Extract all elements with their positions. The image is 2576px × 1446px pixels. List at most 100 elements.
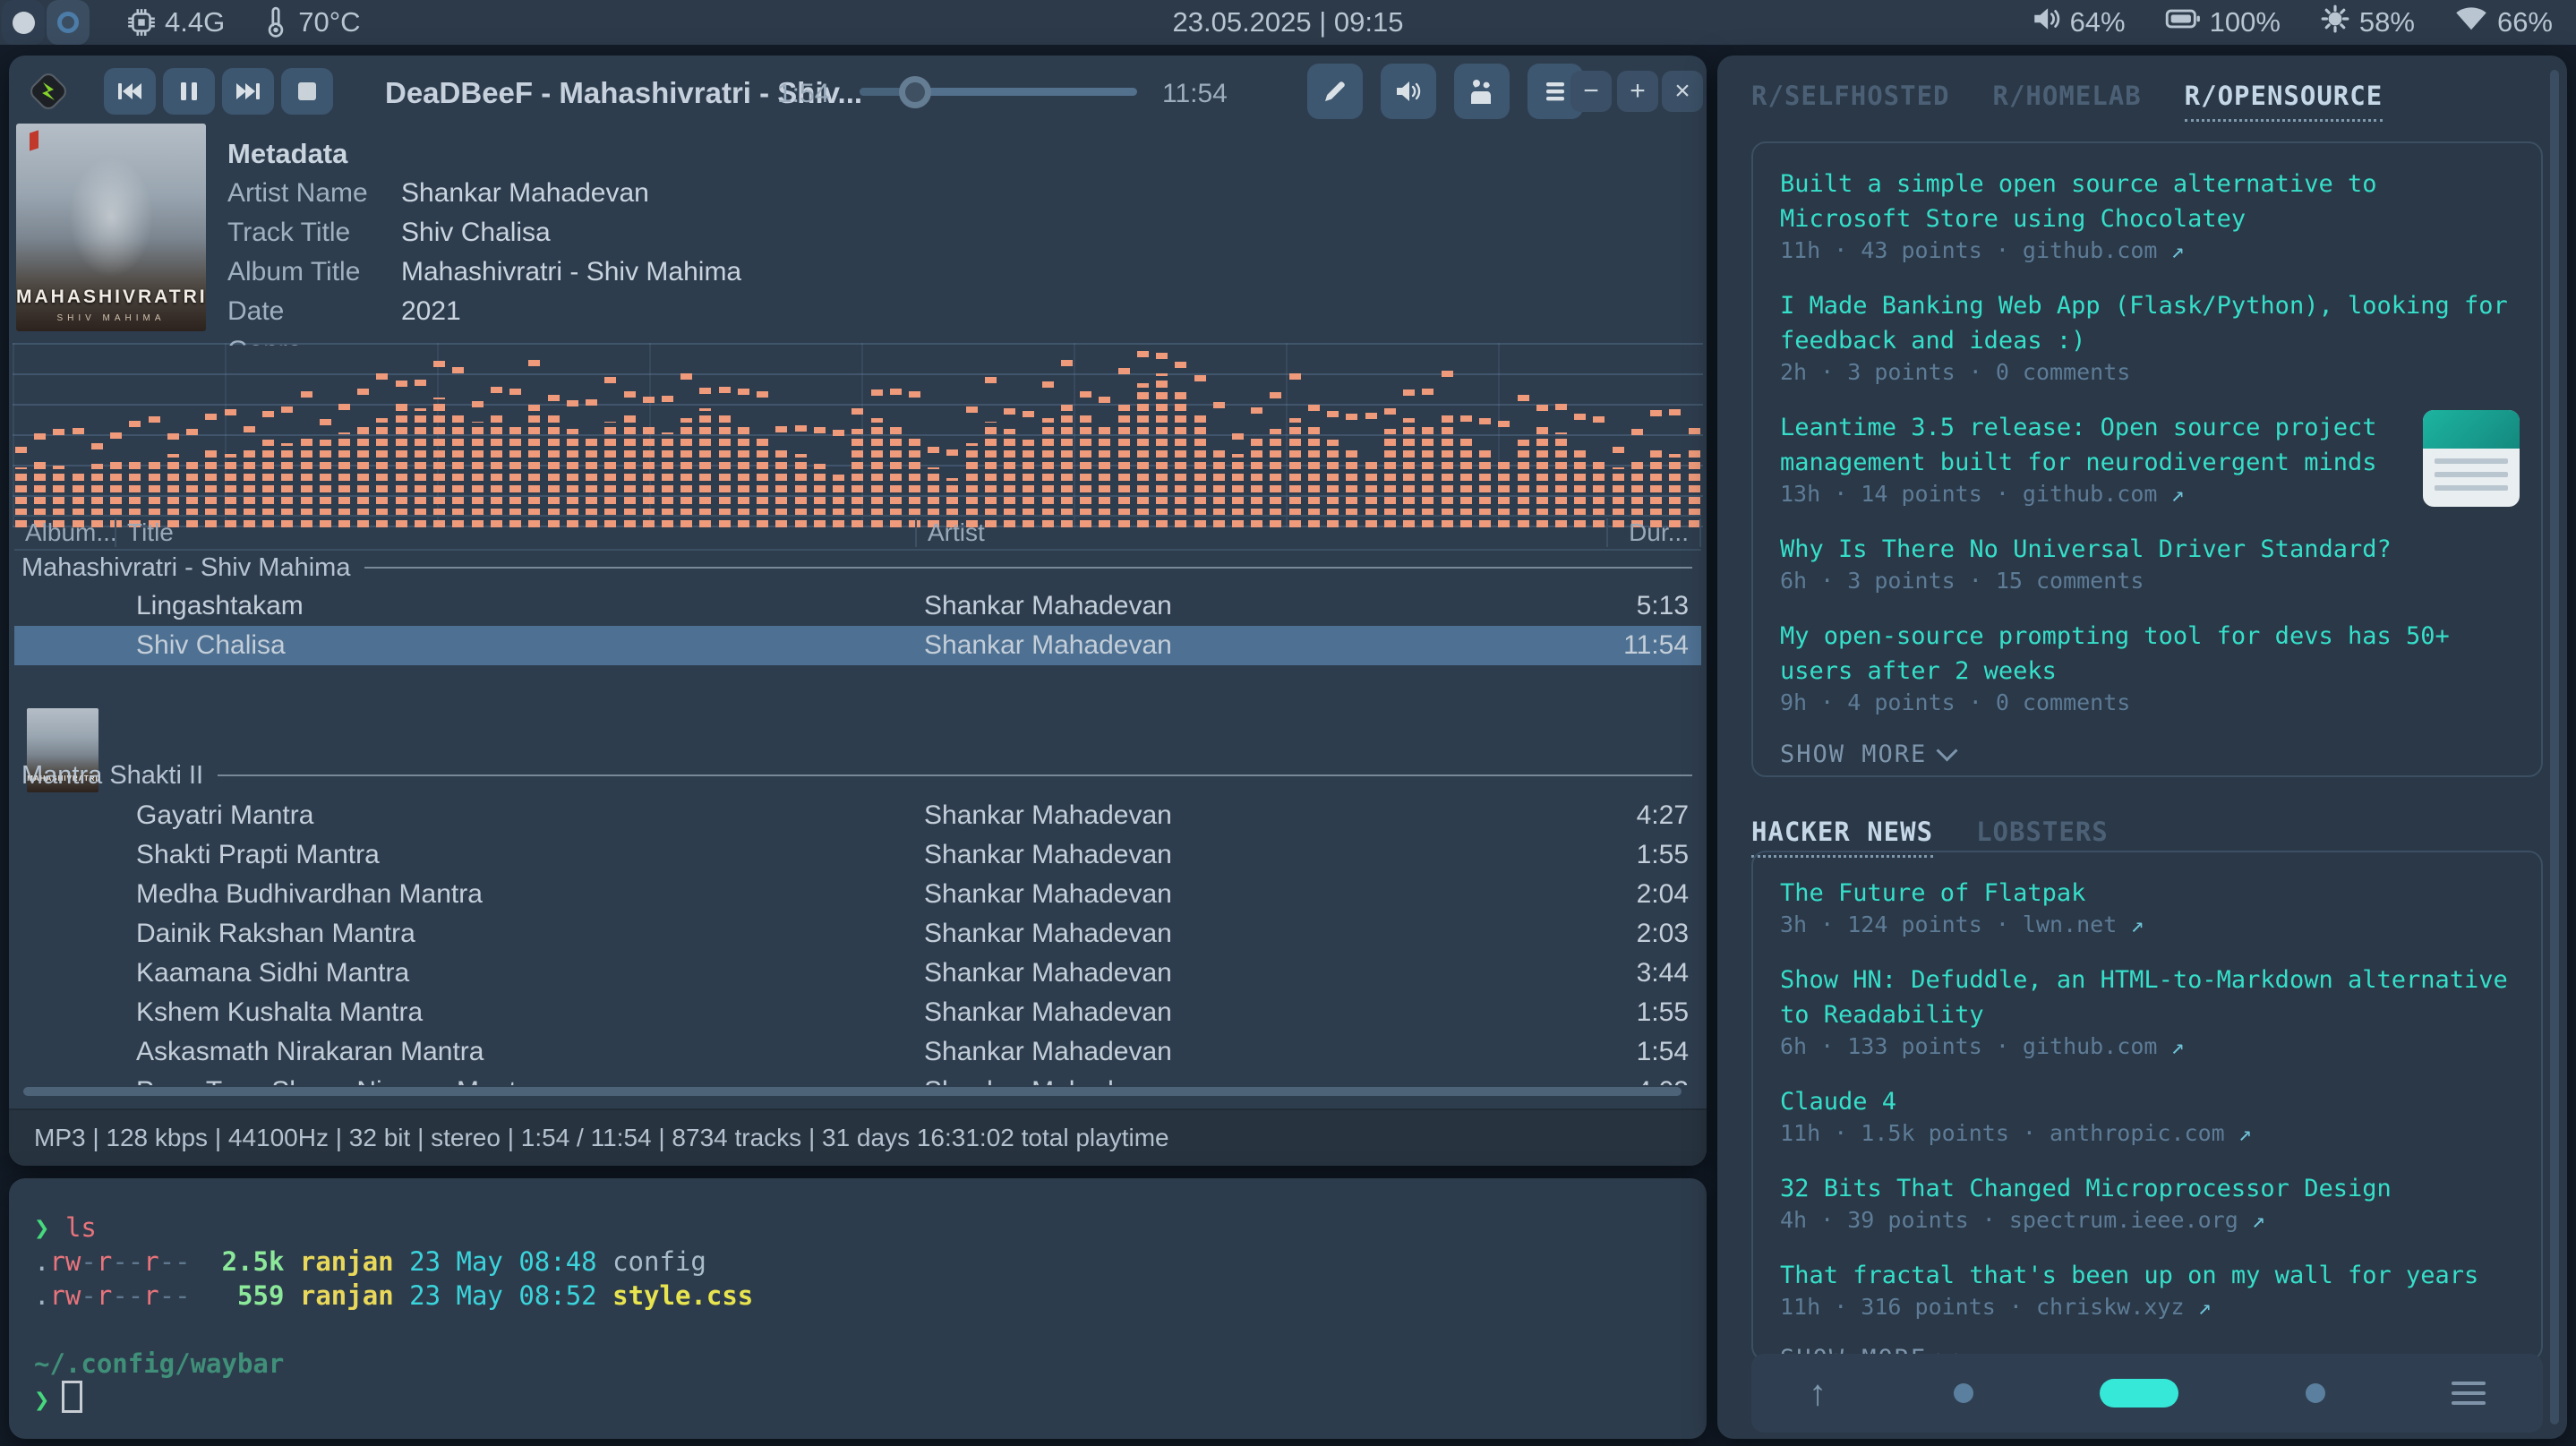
workspace-indicator-1[interactable] xyxy=(2,0,45,45)
news-item[interactable]: Show HN: Defuddle, an HTML-to-Markdown a… xyxy=(1780,963,2520,1061)
spectrum-bar xyxy=(320,343,331,527)
news-item-meta: 13h · 14 points · github.com ↗ xyxy=(1780,480,2407,509)
close-button[interactable]: × xyxy=(1662,71,1703,112)
news-item-title[interactable]: The Future of Flatpak xyxy=(1780,876,2520,911)
news-item[interactable]: My open-source prompting tool for devs h… xyxy=(1780,619,2520,717)
spectrum-peak xyxy=(795,425,807,432)
scroll-top-button[interactable]: ↑ xyxy=(1809,1375,1827,1411)
track-row[interactable]: Shakti Prapti MantraShankar Mahadevan1:5… xyxy=(14,835,1701,875)
horizontal-scrollbar[interactable] xyxy=(23,1087,1682,1096)
tab-r-opensource[interactable]: R/OPENSOURCE xyxy=(2185,81,2383,122)
news-item[interactable]: Built a simple open source alternative t… xyxy=(1780,167,2520,265)
track-row[interactable]: Gayatri MantraShankar Mahadevan4:27 xyxy=(14,796,1701,835)
spectrum-peak xyxy=(73,428,84,434)
column-title[interactable]: Title xyxy=(115,518,915,547)
tab-r-homelab[interactable]: R/HOMELAB xyxy=(1993,81,2142,122)
news-item-title[interactable]: That fractal that's been up on my wall f… xyxy=(1780,1258,2520,1293)
reddit-show-more-button[interactable]: SHOW MORE xyxy=(1780,740,2520,768)
track-title: Medha Budhivardhan Mantra xyxy=(115,879,915,910)
spectrum-peak xyxy=(1518,395,1529,401)
news-item[interactable]: I Made Banking Web App (Flask/Python), l… xyxy=(1780,288,2520,387)
spectrum-peak xyxy=(1270,392,1281,398)
spectrum-peak xyxy=(738,389,749,395)
track-artist: Shankar Mahadevan xyxy=(915,591,1606,621)
track-row[interactable]: Medha Budhivardhan MantraShankar Mahadev… xyxy=(14,875,1701,914)
pause-button[interactable] xyxy=(163,68,215,115)
terminal-window[interactable]: ❯ ls.rw-r--r-- 2.5k ranjan 23 May 08:48 … xyxy=(9,1178,1707,1439)
seek-slider[interactable] xyxy=(860,88,1137,96)
playlist-group-header[interactable]: Mantra Shakti II xyxy=(14,749,1701,796)
previous-button[interactable] xyxy=(104,68,156,115)
spectrum-peak xyxy=(1118,368,1130,374)
dashboard-pagination: ↑ xyxy=(1751,1354,2543,1433)
spectrum-peak xyxy=(1308,405,1320,411)
track-row[interactable]: Paap Taap Shaap Nivaran MantraShankar Ma… xyxy=(14,1072,1701,1085)
playlist-header[interactable]: Album... Title Artist Dur... xyxy=(14,515,1701,551)
column-artist[interactable]: Artist xyxy=(915,518,1606,547)
track-row[interactable]: Dainik Rakshan MantraShankar Mahadevan2:… xyxy=(14,914,1701,954)
news-item[interactable]: The Future of Flatpak3h · 124 points · l… xyxy=(1780,876,2520,939)
preferences-button[interactable] xyxy=(1454,64,1510,119)
speaker-icon xyxy=(2031,4,2061,40)
playlist[interactable]: Mahashivratri - Shiv MahimaLingashtakamS… xyxy=(14,549,1701,1085)
spectrum-bar xyxy=(624,343,636,527)
brightness-module[interactable]: 58% xyxy=(2320,4,2415,41)
news-item-title[interactable]: Leantime 3.5 release: Open source projec… xyxy=(1780,410,2407,480)
edit-button[interactable] xyxy=(1307,64,1363,119)
news-item-title[interactable]: Why Is There No Universal Driver Standar… xyxy=(1780,532,2520,567)
news-item-title[interactable]: Built a simple open source alternative t… xyxy=(1780,167,2520,236)
news-item[interactable]: Claude 411h · 1.5k points · anthropic.co… xyxy=(1780,1084,2520,1148)
network-module[interactable]: 66% xyxy=(2454,5,2553,39)
track-row[interactable]: Kaamana Sidhi MantraShankar Mahadevan3:4… xyxy=(14,954,1701,993)
column-duration[interactable]: Dur... xyxy=(1606,518,1701,547)
spectrum-bar xyxy=(1365,343,1377,527)
news-item[interactable]: 32 Bits That Changed Microprocessor Desi… xyxy=(1780,1171,2520,1235)
news-item-title[interactable]: Show HN: Defuddle, an HTML-to-Markdown a… xyxy=(1780,963,2520,1032)
column-album[interactable]: Album... xyxy=(14,518,115,547)
external-link-icon: ↗ xyxy=(2225,1120,2252,1146)
track-row[interactable]: Askasmath Nirakaran MantraShankar Mahade… xyxy=(14,1032,1701,1072)
next-button[interactable] xyxy=(222,68,274,115)
news-item-title[interactable]: I Made Banking Web App (Flask/Python), l… xyxy=(1780,288,2520,358)
spectrum-peak xyxy=(1574,414,1586,420)
track-row[interactable]: Shiv ChalisaShankar Mahadevan11:54 xyxy=(14,626,1701,665)
battery-module[interactable]: 100% xyxy=(2165,5,2281,39)
workspace-indicator-2[interactable] xyxy=(47,0,90,45)
news-item-title[interactable]: Claude 4 xyxy=(1780,1084,2520,1119)
spectrum-peak xyxy=(814,427,826,433)
spectrum-peak xyxy=(1460,415,1472,422)
page-indicator-active[interactable] xyxy=(2100,1379,2178,1407)
spectrum-peak xyxy=(262,411,274,417)
playlist-group-header[interactable]: Mahashivratri - Shiv Mahima xyxy=(14,549,1701,586)
seek-knob[interactable] xyxy=(899,76,931,108)
news-item[interactable]: Why Is There No Universal Driver Standar… xyxy=(1780,532,2520,595)
page-dot-2[interactable] xyxy=(2306,1383,2325,1403)
tab-r-selfhosted[interactable]: R/SELFHOSTED xyxy=(1751,81,1950,122)
spectrum-bar xyxy=(149,343,160,527)
stop-button[interactable] xyxy=(281,68,333,115)
album-art-subcaption: SHIV MAHIMA xyxy=(16,313,206,323)
external-link-icon: ↗ xyxy=(2157,237,2184,263)
track-row[interactable]: LingashtakamShankar Mahadevan5:13 xyxy=(14,586,1701,626)
spectrum-bar xyxy=(814,343,826,527)
news-item[interactable]: Leantime 3.5 release: Open source projec… xyxy=(1780,410,2520,509)
page-dot-1[interactable] xyxy=(1954,1383,1973,1403)
wifi-icon xyxy=(2454,5,2488,39)
vertical-scrollbar[interactable] xyxy=(2550,70,2559,1425)
spectrum-bar xyxy=(110,343,122,527)
news-item-title[interactable]: 32 Bits That Changed Microprocessor Desi… xyxy=(1780,1171,2520,1206)
spectrum-peak xyxy=(396,381,407,387)
spectrum-bar xyxy=(1289,343,1301,527)
news-item-thumbnail[interactable] xyxy=(2423,410,2520,507)
volume-module[interactable]: 64% xyxy=(2031,4,2126,40)
spectrum-bar xyxy=(1669,343,1681,527)
news-item[interactable]: That fractal that's been up on my wall f… xyxy=(1780,1258,2520,1322)
minimize-button[interactable]: − xyxy=(1570,71,1612,112)
track-row[interactable]: Kshem Kushalta MantraShankar Mahadevan1:… xyxy=(14,993,1701,1032)
news-item-title[interactable]: My open-source prompting tool for devs h… xyxy=(1780,619,2520,689)
spectrum-bar xyxy=(376,343,388,527)
menu-button[interactable] xyxy=(2452,1382,2486,1405)
volume-button[interactable] xyxy=(1381,64,1436,119)
maximize-button[interactable]: + xyxy=(1617,71,1658,112)
spectrum-peak xyxy=(966,406,978,413)
